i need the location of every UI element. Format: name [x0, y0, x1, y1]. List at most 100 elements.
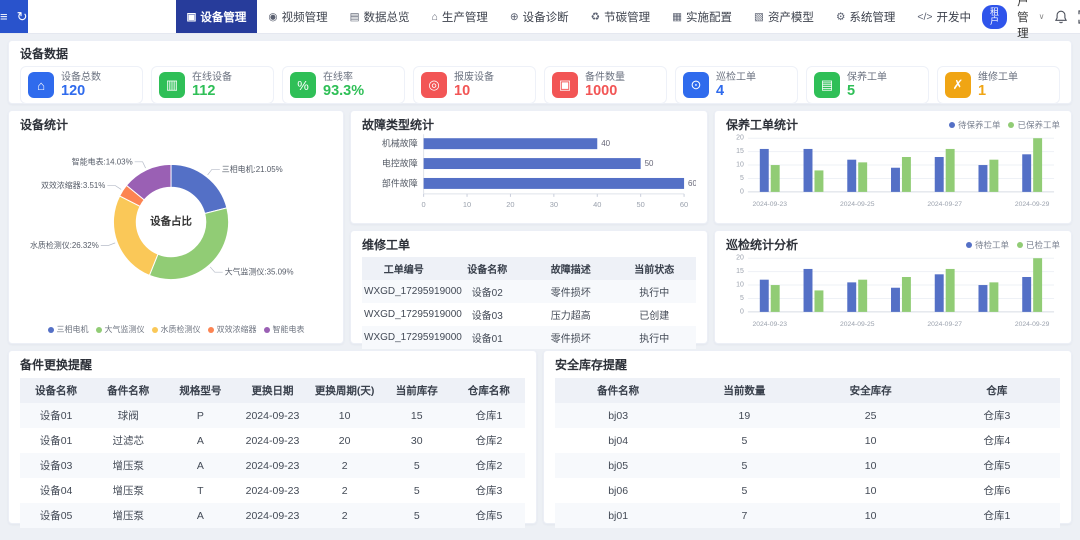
- legend-item[interactable]: 待检工单: [966, 239, 1009, 251]
- slice-label: 智能电表:14.03%: [72, 156, 133, 166]
- bar[interactable]: [902, 157, 911, 192]
- stat-label: 在线设备: [192, 72, 232, 84]
- nav-item[interactable]: ♻节碳管理: [580, 0, 661, 33]
- legend-item[interactable]: 大气监测仪: [96, 324, 145, 335]
- bar[interactable]: [771, 285, 780, 312]
- y-tick-label: 15: [736, 268, 744, 275]
- column-header: 规格型号: [164, 378, 236, 403]
- bar[interactable]: [946, 269, 955, 312]
- maintenance-legend: 待保养工单已保养工单: [949, 119, 1060, 131]
- legend-item[interactable]: 已保养工单: [1008, 119, 1060, 131]
- legend-dot: [264, 327, 270, 333]
- bar[interactable]: [989, 282, 998, 312]
- table-cell: 执行中: [613, 280, 697, 303]
- bar[interactable]: [424, 158, 641, 169]
- nav-item[interactable]: ◉视频管理: [257, 0, 338, 33]
- donut-slice[interactable]: [113, 196, 157, 275]
- bar[interactable]: [935, 274, 944, 312]
- spare-parts-table: 设备名称备件名称规格型号更换日期更换周期(天)当前库存仓库名称设备01球阀P20…: [20, 378, 525, 528]
- legend-item[interactable]: 水质检测仪: [152, 324, 201, 335]
- bar[interactable]: [978, 285, 987, 312]
- legend-dot: [152, 327, 158, 333]
- bar[interactable]: [1033, 258, 1042, 312]
- table-cell: 2024-09-23: [236, 453, 308, 478]
- table-cell: 2024-09-23: [236, 503, 308, 528]
- table-cell: 19: [681, 403, 807, 428]
- table-cell: 仓库5: [453, 503, 525, 528]
- bar-value-label: 60: [688, 179, 696, 188]
- bar[interactable]: [858, 280, 867, 312]
- panel-title: 故障类型统计: [362, 118, 696, 132]
- donut-slice[interactable]: [171, 164, 227, 213]
- bar[interactable]: [760, 280, 769, 312]
- nav-item[interactable]: ⚙系统管理: [825, 0, 906, 33]
- legend-item[interactable]: 已检工单: [1017, 239, 1060, 251]
- table-cell: 仓库5: [934, 453, 1060, 478]
- bar[interactable]: [760, 149, 769, 192]
- bar[interactable]: [814, 170, 823, 191]
- header-right: 租户 租户管理员 ∨ ⋮: [982, 0, 1080, 33]
- x-tick-label: 60: [680, 200, 688, 209]
- y-tick-label: 0: [740, 308, 744, 315]
- legend-item[interactable]: 三相电机: [48, 324, 89, 335]
- nav-item-label: 资产模型: [768, 9, 814, 25]
- x-tick-label: 20: [506, 200, 514, 209]
- bar[interactable]: [935, 157, 944, 192]
- nav-item[interactable]: </>开发中: [906, 0, 982, 33]
- table-cell: bj04: [555, 428, 681, 453]
- bar[interactable]: [1022, 154, 1031, 192]
- chevron-down-icon: ∨: [1039, 12, 1045, 21]
- table-cell: bj05: [555, 453, 681, 478]
- legend-item[interactable]: 待保养工单: [949, 119, 1001, 131]
- table-cell: 20: [309, 428, 381, 453]
- legend-item[interactable]: 智能电表: [264, 324, 305, 335]
- bar[interactable]: [847, 160, 856, 192]
- bar[interactable]: [424, 178, 684, 189]
- bar[interactable]: [424, 138, 598, 149]
- safety-stock-panel: 安全库存提醒 备件名称当前数量安全库存仓库bj031925仓库3bj04510仓…: [543, 350, 1072, 524]
- bar[interactable]: [1033, 138, 1042, 192]
- bar[interactable]: [978, 165, 987, 192]
- nav-item[interactable]: ⌂生产管理: [421, 0, 499, 33]
- stat-label: 备件数量: [585, 72, 625, 84]
- bar[interactable]: [804, 269, 813, 312]
- refresh-icon[interactable]: ↻: [17, 9, 28, 25]
- bar[interactable]: [989, 160, 998, 192]
- bar[interactable]: [814, 290, 823, 311]
- menu-icon[interactable]: ≡: [0, 9, 8, 24]
- bar[interactable]: [891, 168, 900, 192]
- table-cell: 5: [381, 478, 453, 503]
- nav-item[interactable]: ⊕设备诊断: [499, 0, 580, 33]
- table-cell: 10: [808, 453, 934, 478]
- bar[interactable]: [1022, 277, 1031, 312]
- legend-item[interactable]: 双效浓缩器: [208, 324, 257, 335]
- stat-card: ⌂设备总数120: [20, 66, 143, 104]
- bar[interactable]: [946, 149, 955, 192]
- carbon-icon: ♻: [591, 11, 600, 23]
- legend-label: 待保养工单: [958, 119, 1001, 131]
- nav-item-label: 开发中: [937, 9, 972, 25]
- table-cell: 10: [808, 503, 934, 528]
- bell-icon[interactable]: [1054, 10, 1068, 24]
- bar[interactable]: [771, 165, 780, 192]
- bar[interactable]: [902, 277, 911, 312]
- category-label: 机械故障: [382, 138, 418, 149]
- nav-item-label: 视频管理: [282, 9, 328, 25]
- safety-stock-table-wrap: 备件名称当前数量安全库存仓库bj031925仓库3bj04510仓库4bj055…: [555, 378, 1060, 528]
- bar[interactable]: [804, 149, 813, 192]
- y-tick-label: 15: [736, 148, 744, 155]
- table-cell: 仓库3: [453, 478, 525, 503]
- nav-item[interactable]: ▣设备管理: [176, 0, 258, 33]
- x-tick-label: 0: [422, 200, 426, 209]
- bar[interactable]: [847, 282, 856, 312]
- bar[interactable]: [891, 288, 900, 312]
- bar[interactable]: [858, 162, 867, 192]
- column-header: 设备名称: [20, 378, 92, 403]
- top-navbar: ≡ ↻ ▣设备管理◉视频管理▤数据总览⌂生产管理⊕设备诊断♻节碳管理▦实施配置▧…: [0, 0, 1080, 34]
- nav-item[interactable]: ▦实施配置: [661, 0, 743, 33]
- device-icon: ▥: [159, 72, 185, 98]
- nav-item[interactable]: ▧资产模型: [743, 0, 825, 33]
- legend-label: 已检工单: [1026, 239, 1060, 251]
- nav-item[interactable]: ▤数据总览: [339, 0, 421, 33]
- x-tick-label: 30: [550, 200, 558, 209]
